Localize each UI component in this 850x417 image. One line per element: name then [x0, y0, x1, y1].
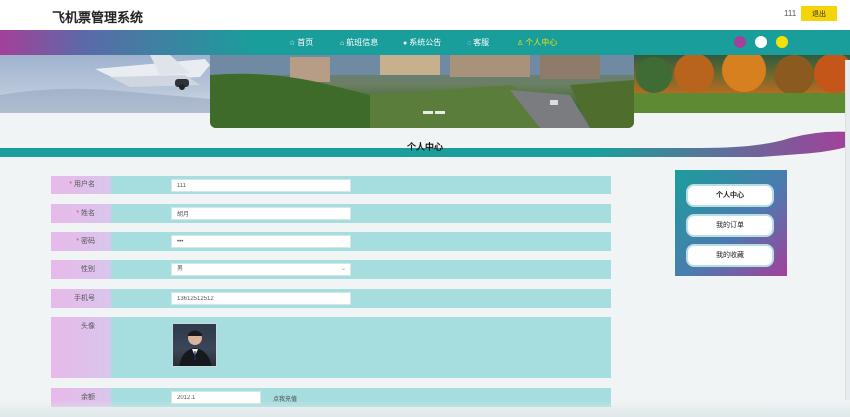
nav-item-personal-center[interactable]: ♙ 个人中心: [517, 37, 557, 48]
nav-item-label: 个人中心: [525, 38, 558, 47]
nav-item-label: 首页: [297, 38, 314, 47]
name-input[interactable]: [171, 207, 351, 220]
field-label-text: 密码: [81, 238, 95, 245]
site-title: 飞机票管理系统: [52, 10, 144, 25]
nav-item-label: 系统公告: [409, 38, 442, 47]
top-bar: 飞机票管理系统 111 退出: [0, 0, 850, 30]
nav-item-flights[interactable]: ⌂ 航班信息: [340, 37, 378, 48]
nav-item-label: 客服: [473, 38, 490, 47]
field-label: * 姓名: [51, 204, 111, 223]
required-mark: *: [76, 238, 79, 245]
current-user-name: 111: [784, 9, 797, 18]
banner-carousel[interactable]: [210, 55, 634, 128]
gender-select[interactable]: 男 ⌄: [171, 263, 351, 276]
nav-item-customer-service[interactable]: ◌ 客服: [467, 37, 489, 48]
nav-item-announcements[interactable]: ● 系统公告: [403, 37, 441, 48]
airplane-graphic: [0, 55, 210, 113]
field-label-text: 姓名: [81, 210, 95, 217]
page-scrollbar[interactable]: [845, 60, 850, 400]
form-row-avatar: 头像: [51, 317, 611, 378]
required-mark: *: [76, 210, 79, 217]
lock-icon: ⌂: [340, 40, 345, 47]
theme-dot-white[interactable]: [755, 36, 767, 48]
logout-button[interactable]: 退出: [801, 6, 837, 21]
autumn-trees-graphic: [634, 55, 850, 113]
carousel-dot[interactable]: [435, 111, 445, 114]
password-input[interactable]: [171, 235, 351, 248]
banner-town-image: [210, 55, 634, 128]
circle-icon: ●: [403, 40, 408, 47]
nav-item-label: 航班信息: [346, 38, 379, 47]
field-label: 性别: [51, 260, 111, 279]
side-menu: 个人中心 我的订单 我的收藏: [675, 170, 787, 276]
side-menu-personal-center[interactable]: 个人中心: [686, 184, 774, 207]
theme-dot-purple[interactable]: [734, 36, 746, 48]
required-mark: *: [69, 181, 72, 188]
field-label-text: 头像: [81, 323, 95, 330]
phone-input[interactable]: [171, 292, 351, 305]
form-row-username: * 用户名: [51, 176, 611, 194]
banner-autumn-image: [634, 55, 850, 113]
chevron-down-icon: ⌄: [340, 266, 346, 272]
headset-icon: ◌: [467, 40, 472, 47]
person-icon: ♙: [517, 40, 524, 47]
nav-item-home[interactable]: ☆ 首页: [289, 37, 313, 48]
star-icon: ☆: [289, 40, 296, 47]
side-menu-my-favorites[interactable]: 我的收藏: [686, 244, 774, 267]
form-row-password: * 密码: [51, 232, 611, 251]
section-title: 个人中心: [406, 142, 443, 152]
gender-selected-value: 男: [177, 266, 184, 272]
avatar: [179, 330, 212, 366]
field-label: * 密码: [51, 232, 111, 251]
field-label: 手机号: [51, 289, 111, 308]
side-menu-my-orders[interactable]: 我的订单: [686, 214, 774, 237]
form-row-name: * 姓名: [51, 204, 611, 223]
form-row-gender: 性别 男 ⌄: [51, 260, 611, 279]
username-input[interactable]: [171, 179, 351, 192]
field-label: 头像: [51, 317, 111, 378]
avatar-image-upload[interactable]: [172, 323, 217, 367]
bottom-fade: [0, 400, 850, 417]
banner-airplane-image: [0, 55, 210, 113]
main-nav: ☆ 首页 ⌂ 航班信息 ● 系统公告 ◌ 客服 ♙ 个人中心: [0, 30, 850, 55]
field-label-text: 性别: [81, 266, 95, 273]
field-label-text: 手机号: [74, 295, 95, 302]
form-row-phone: 手机号: [51, 289, 611, 308]
carousel-pagination[interactable]: [423, 101, 447, 119]
field-label-text: 用户名: [74, 181, 95, 188]
theme-dot-yellow[interactable]: [776, 36, 788, 48]
field-label: * 用户名: [51, 176, 111, 194]
carousel-dot[interactable]: [423, 111, 433, 114]
